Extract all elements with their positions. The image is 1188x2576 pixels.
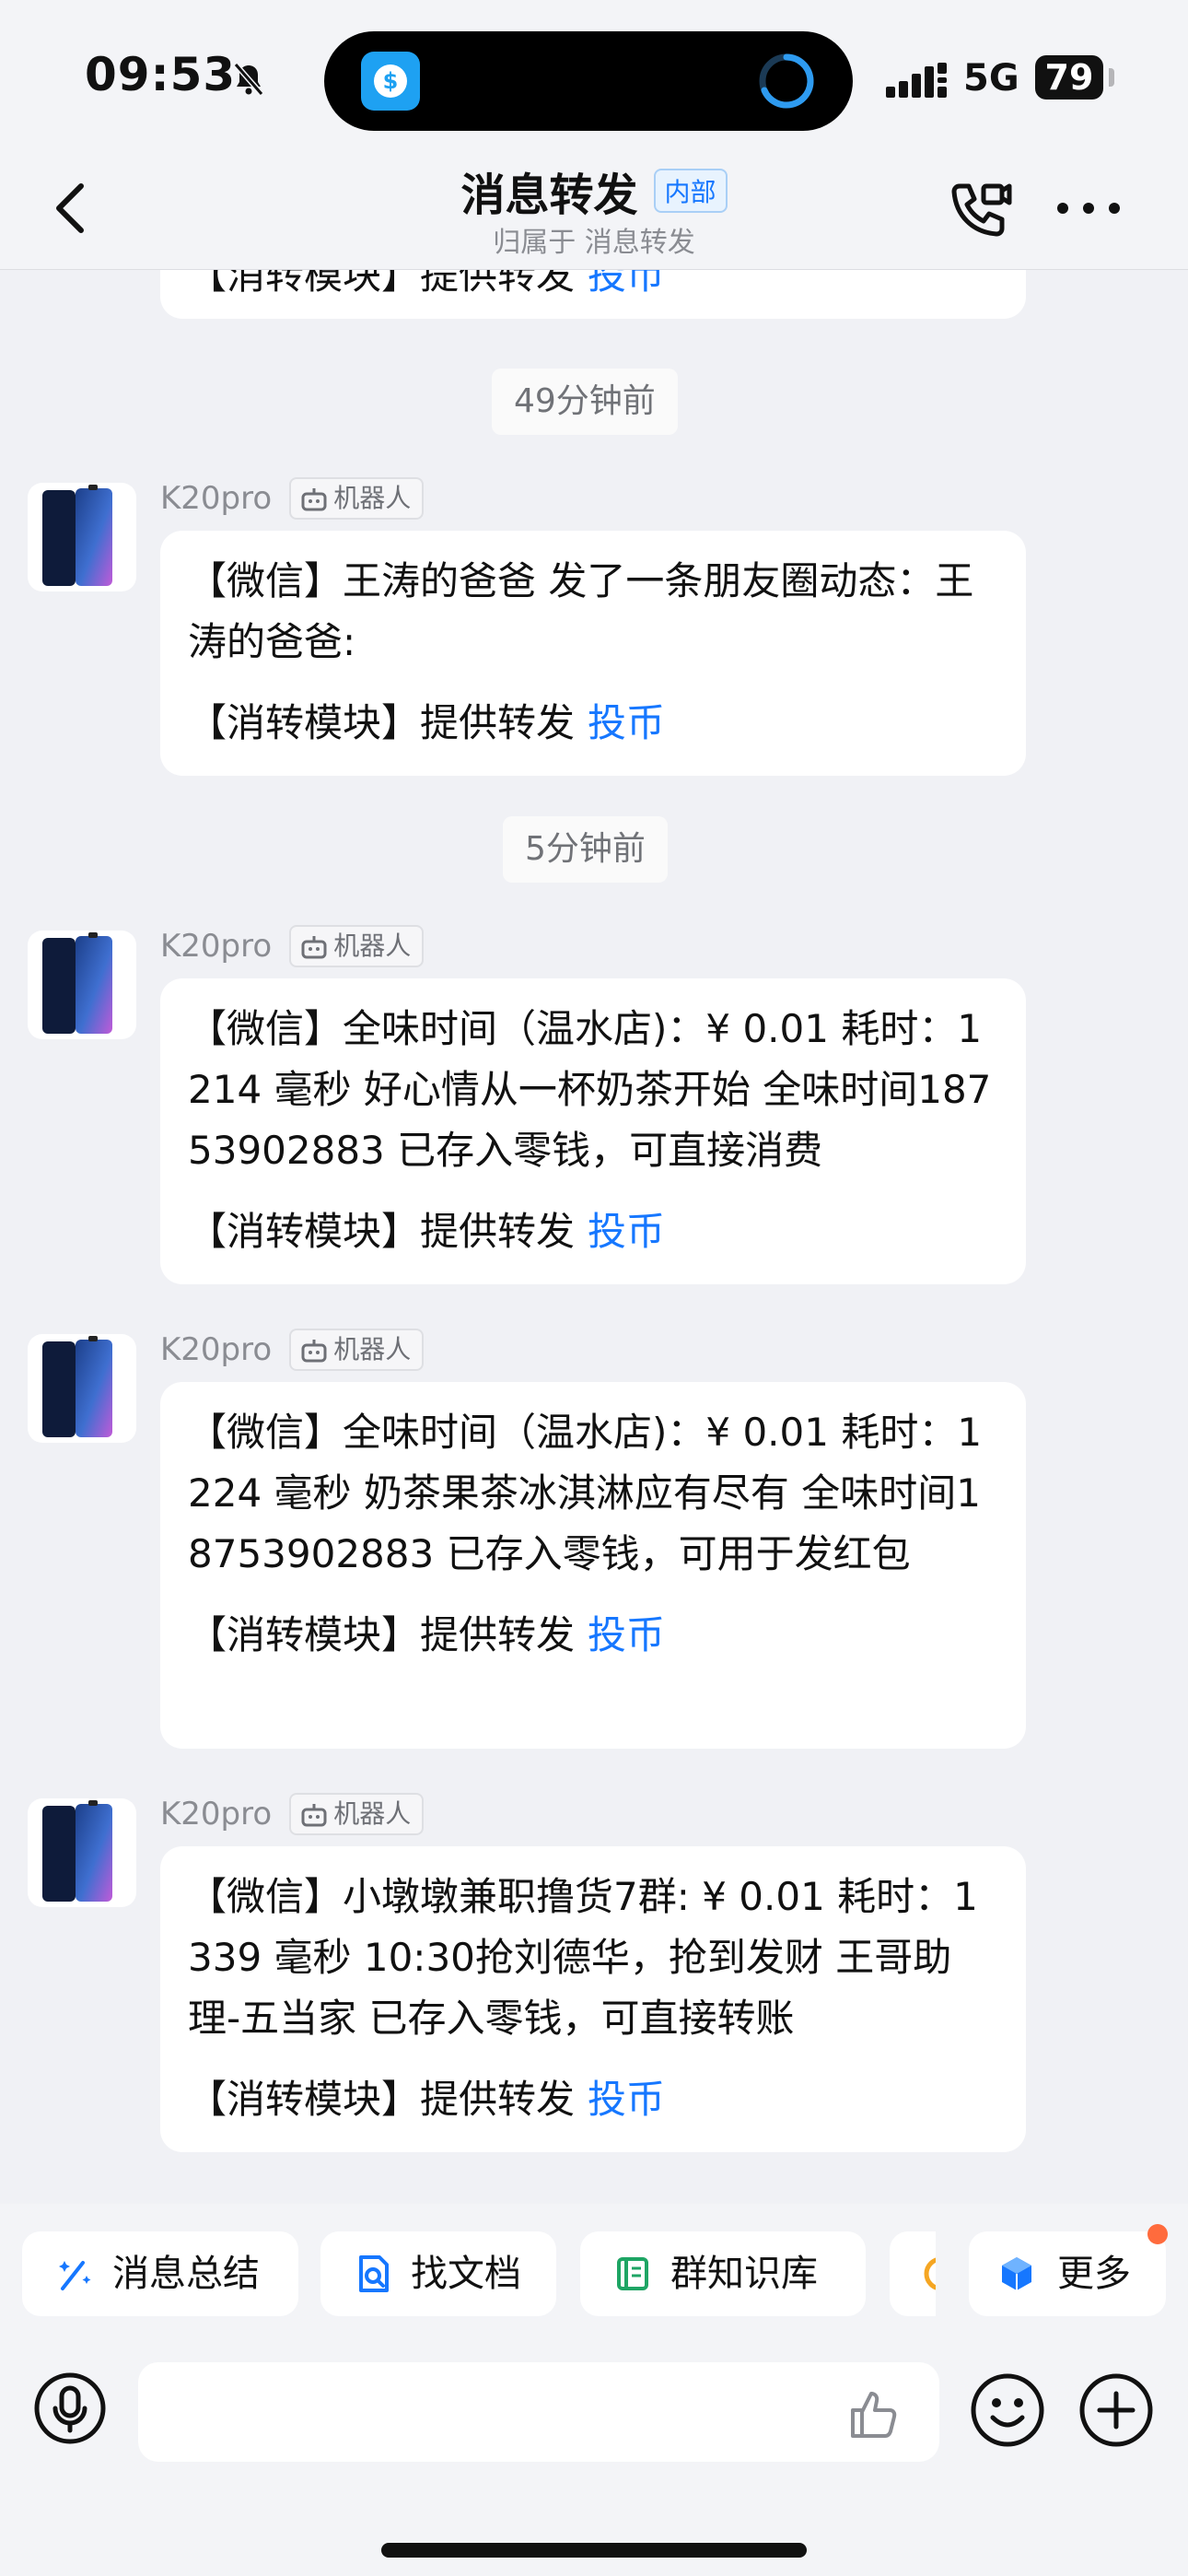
- sender-name[interactable]: K20pro: [160, 1796, 272, 1832]
- thumbs-up-icon[interactable]: [847, 2386, 903, 2441]
- network-type: 5G: [963, 57, 1019, 100]
- robot-badge-label: 机器人: [333, 931, 412, 961]
- avatar[interactable]: [28, 1334, 136, 1443]
- home-indicator[interactable]: [381, 2543, 807, 2558]
- alipay-coin-icon: $: [361, 52, 420, 111]
- quick-action-label: 找文档: [411, 2253, 521, 2295]
- magic-wand-icon: [59, 2261, 91, 2290]
- quick-action-partial[interactable]: [890, 2231, 936, 2316]
- message-bubble[interactable]: 【微信】全味时间（温水店)：¥ 0.01 耗时：1214 毫秒 好心情从一杯奶茶…: [160, 978, 1026, 1284]
- coin-link[interactable]: 投币: [588, 1209, 665, 1254]
- quick-action-label: 消息总结: [112, 2253, 260, 2295]
- video-call-icon[interactable]: [943, 173, 1015, 245]
- input-bar: [0, 2336, 1188, 2576]
- forward-prefix: 【消转模块】提供转发: [188, 700, 576, 745]
- robot-icon: [301, 1804, 327, 1827]
- sender-row: K20pro 机器人: [160, 1793, 425, 1835]
- progress-ring-icon: [759, 53, 814, 109]
- voice-icon[interactable]: [33, 2371, 107, 2445]
- forward-prefix: 【消转模块】提供转发: [188, 269, 576, 298]
- time-separator: 49分钟前: [492, 369, 678, 435]
- quick-action-label: 群知识库: [670, 2253, 818, 2295]
- robot-badge: 机器人: [289, 1793, 425, 1835]
- robot-badge: 机器人: [289, 925, 425, 967]
- battery-cap: [1109, 68, 1114, 87]
- page-title[interactable]: 消息转发: [460, 158, 637, 223]
- message-text: 【微信】王涛的爸爸 发了一条朋友圈动态：王涛的爸爸:: [188, 558, 974, 664]
- forward-line: 【消转模块】提供转发 投币: [188, 1201, 998, 1262]
- forward-prefix: 【消转模块】提供转发: [188, 1612, 576, 1657]
- quick-action-knowledge[interactable]: 群知识库: [580, 2231, 866, 2316]
- forward-line: 【消转模块】提供转发 投币: [188, 269, 998, 306]
- quick-action-label: 更多: [1057, 2253, 1131, 2295]
- time-separator: 5分钟前: [503, 816, 668, 883]
- quick-action-summary[interactable]: 消息总结: [22, 2231, 298, 2316]
- chat-area[interactable]: 【消转模块】提供转发 投币 49分钟前 K20pro 机器人 【微信】王涛的爸爸 …: [0, 269, 1188, 2204]
- forward-line: 【消转模块】提供转发 投币: [188, 2069, 998, 2130]
- sender-name[interactable]: K20pro: [160, 1331, 272, 1368]
- message-input[interactable]: [138, 2362, 939, 2462]
- robot-badge-label: 机器人: [333, 483, 412, 513]
- message-text: 【微信】全味时间（温水店)：¥ 0.01 耗时：1214 毫秒 好心情从一杯奶茶…: [188, 1006, 992, 1173]
- forward-prefix: 【消转模块】提供转发: [188, 1209, 576, 1254]
- sender-name[interactable]: K20pro: [160, 928, 272, 965]
- bell-muted-icon: [233, 63, 264, 96]
- robot-badge: 机器人: [289, 1329, 425, 1371]
- sender-name[interactable]: K20pro: [160, 480, 272, 517]
- robot-icon: [301, 1340, 327, 1363]
- dynamic-island[interactable]: $: [324, 31, 853, 131]
- message-text: 【微信】全味时间（温水店)：¥ 0.01 耗时：1224 毫秒 奶茶果茶冰淇淋应…: [188, 1410, 983, 1576]
- battery-level: 79: [1044, 57, 1094, 98]
- phone-avatar-icon: [42, 1336, 112, 1437]
- sender-row: K20pro 机器人: [160, 477, 425, 520]
- phone-avatar-icon: [42, 932, 112, 1034]
- cellular-signal-icon: [886, 63, 947, 98]
- forward-line: 【消转模块】提供转发 投币: [188, 1605, 998, 1666]
- avatar[interactable]: [28, 1798, 136, 1907]
- status-bar: 09:53 $ 5G 79: [0, 0, 1188, 147]
- quick-actions-bar: 消息总结 找文档 群知识库 更多: [0, 2204, 1188, 2336]
- partial-app-icon: [924, 2257, 936, 2290]
- more-icon[interactable]: [1052, 190, 1125, 227]
- emoji-icon[interactable]: [969, 2371, 1046, 2449]
- doc-search-icon: [359, 2255, 389, 2292]
- robot-badge-label: 机器人: [333, 1334, 412, 1364]
- knowledge-book-icon: [617, 2257, 648, 2290]
- battery-icon: 79: [1035, 55, 1103, 100]
- avatar[interactable]: [28, 483, 136, 591]
- robot-icon: [301, 488, 327, 511]
- forward-line: 【消转模块】提供转发 投币: [188, 693, 998, 754]
- message-bubble-partial[interactable]: 【消转模块】提供转发 投币: [160, 269, 1026, 319]
- coin-link[interactable]: 投币: [588, 1612, 665, 1657]
- quick-action-more[interactable]: 更多: [969, 2224, 1168, 2316]
- phone-avatar-icon: [42, 485, 112, 586]
- message-bubble[interactable]: 【微信】小墩墩兼职撸货7群: ¥ 0.01 耗时：1339 毫秒 10:30抢刘…: [160, 1846, 1026, 2152]
- internal-tag: 内部: [653, 169, 728, 213]
- sender-row: K20pro 机器人: [160, 925, 425, 967]
- robot-badge: 机器人: [289, 477, 425, 520]
- coin-link[interactable]: 投币: [588, 269, 665, 298]
- coin-link[interactable]: 投币: [588, 2077, 665, 2122]
- chat-header: 消息转发 内部 归属于 消息转发: [0, 147, 1188, 270]
- phone-avatar-icon: [42, 1800, 112, 1902]
- notification-dot: [1147, 2224, 1168, 2244]
- plus-icon[interactable]: [1077, 2371, 1155, 2449]
- message-bubble[interactable]: 【微信】全味时间（温水店)：¥ 0.01 耗时：1224 毫秒 奶茶果茶冰淇淋应…: [160, 1382, 1026, 1749]
- avatar[interactable]: [28, 931, 136, 1039]
- robot-badge-label: 机器人: [333, 1798, 412, 1829]
- quick-action-find-doc[interactable]: 找文档: [320, 2231, 556, 2316]
- message-text: 【微信】小墩墩兼职撸货7群: ¥ 0.01 耗时：1339 毫秒 10:30抢刘…: [188, 1874, 978, 2041]
- forward-prefix: 【消转模块】提供转发: [188, 2077, 576, 2122]
- robot-icon: [301, 936, 327, 959]
- message-bubble[interactable]: 【微信】王涛的爸爸 发了一条朋友圈动态：王涛的爸爸: 【消转模块】提供转发 投币: [160, 531, 1026, 776]
- sender-row: K20pro 机器人: [160, 1329, 425, 1371]
- coin-link[interactable]: 投币: [588, 700, 665, 745]
- status-time: 09:53: [85, 48, 237, 101]
- cube-more-icon: [1002, 2257, 1031, 2290]
